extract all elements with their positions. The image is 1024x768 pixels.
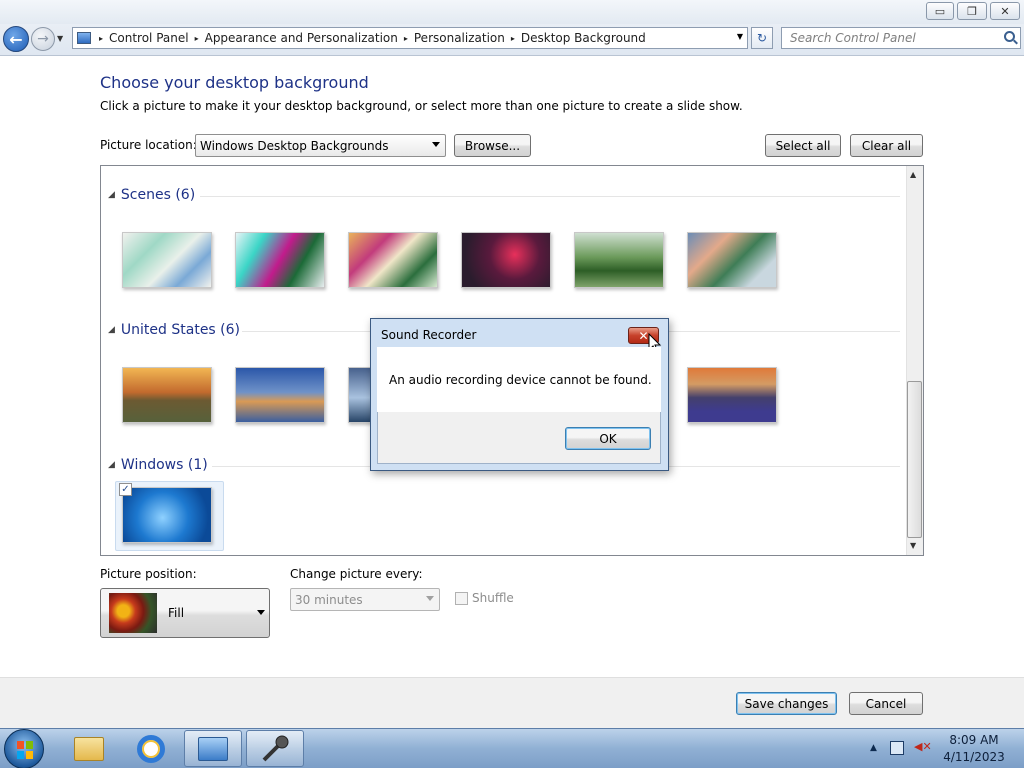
thumbnail-scene-1[interactable] — [122, 232, 212, 288]
breadcrumb-appearance[interactable]: Appearance and Personalization — [201, 31, 402, 45]
start-button[interactable] — [4, 729, 44, 768]
group-label: Scenes (6) — [120, 187, 196, 203]
group-header-scenes[interactable]: ◢ Scenes (6) — [108, 187, 195, 203]
taskbar-control-panel[interactable] — [184, 730, 242, 767]
shuffle-label: Shuffle — [472, 591, 514, 605]
page-title: Choose your desktop background — [100, 73, 369, 92]
group-header-windows[interactable]: ◢ Windows (1) — [108, 457, 208, 473]
search-placeholder: Search Control Panel — [790, 31, 916, 45]
search-icon[interactable] — [1004, 31, 1015, 42]
taskbar-sound-recorder[interactable] — [246, 730, 304, 767]
scroll-up-icon[interactable]: ▲ — [910, 170, 916, 179]
control-panel-icon — [77, 32, 91, 44]
change-interval-value: 30 minutes — [295, 592, 363, 607]
thumbnail-scene-2[interactable] — [235, 232, 325, 288]
breadcrumb-separator[interactable]: ▸ — [193, 34, 201, 43]
ok-button[interactable]: OK — [565, 427, 651, 450]
thumbnail-us-2[interactable] — [235, 367, 325, 423]
network-icon[interactable] — [890, 741, 904, 755]
collapse-icon: ◢ — [108, 460, 115, 470]
cancel-button[interactable]: Cancel — [849, 692, 923, 715]
address-bar[interactable]: ▸ Control Panel ▸ Appearance and Persona… — [72, 27, 748, 49]
collapse-icon: ◢ — [108, 325, 115, 335]
collapse-icon: ◢ — [108, 190, 115, 200]
picture-position-select[interactable]: Fill — [100, 588, 270, 638]
group-header-united-states[interactable]: ◢ United States (6) — [108, 322, 240, 338]
tray-show-hidden-icon[interactable]: ▲ — [870, 743, 877, 753]
clock-date[interactable]: 4/11/2023 — [936, 750, 1012, 764]
taskbar-explorer[interactable] — [60, 730, 118, 767]
windows-logo-icon — [17, 741, 33, 759]
breadcrumb-desktop-background[interactable]: Desktop Background — [517, 31, 650, 45]
picture-location-select[interactable]: Windows Desktop Backgrounds — [195, 134, 446, 157]
restore-button[interactable]: ❐ — [957, 2, 987, 20]
clock-time[interactable]: 8:09 AM — [936, 733, 1012, 747]
change-picture-label: Change picture every: — [290, 567, 423, 581]
thumbnail-checkbox[interactable]: ✓ — [119, 483, 132, 496]
microphone-icon — [262, 735, 289, 761]
chevron-down-icon — [432, 142, 440, 147]
dialog-title: Sound Recorder — [381, 328, 477, 342]
scrollbar-thumb[interactable] — [907, 381, 922, 538]
minimize-icon: ▭ — [934, 4, 946, 18]
select-all-button[interactable]: Select all — [765, 134, 841, 157]
ie-icon — [137, 734, 165, 763]
breadcrumb-separator[interactable]: ▸ — [509, 34, 517, 43]
group-label: Windows (1) — [120, 457, 208, 473]
thumbnail-scene-5[interactable] — [574, 232, 664, 288]
back-arrow-icon: ← — [9, 29, 23, 49]
restore-icon: ❐ — [967, 4, 977, 18]
thumbnail-us-1[interactable] — [122, 367, 212, 423]
title-bar — [0, 0, 1024, 24]
browse-button[interactable]: Browse... — [454, 134, 531, 157]
folder-icon — [74, 736, 104, 761]
save-changes-button[interactable]: Save changes — [736, 692, 837, 715]
flower-preview-icon — [109, 593, 157, 633]
picture-location-label: Picture location: — [100, 138, 197, 152]
close-window-button[interactable]: ✕ — [990, 2, 1020, 20]
taskbar-internet-explorer[interactable] — [122, 730, 180, 767]
thumbnail-scene-4[interactable] — [461, 232, 551, 288]
chevron-down-icon — [426, 596, 434, 601]
thumbnail-windows-1[interactable] — [122, 487, 212, 543]
refresh-button[interactable]: ↻ — [751, 27, 773, 49]
dialog-message: An audio recording device cannot be foun… — [389, 373, 652, 387]
address-dropdown-icon[interactable]: ▼ — [737, 32, 743, 41]
minimize-button[interactable]: ▭ — [926, 2, 954, 20]
chevron-down-icon — [257, 610, 265, 615]
page-subtitle: Click a picture to make it your desktop … — [100, 99, 743, 113]
group-label: United States (6) — [120, 322, 241, 338]
thumbnail-scene-3[interactable] — [348, 232, 438, 288]
thumbnail-us-6[interactable] — [687, 367, 777, 423]
close-icon: ✕ — [1000, 4, 1010, 18]
shuffle-checkbox[interactable] — [455, 592, 468, 605]
back-button[interactable]: ← — [3, 26, 29, 52]
breadcrumb-control-panel[interactable]: Control Panel — [105, 31, 193, 45]
breadcrumb-separator[interactable]: ▸ — [402, 34, 410, 43]
picture-position-label: Picture position: — [100, 567, 197, 581]
recent-pages-dropdown[interactable]: ▼ — [57, 34, 63, 43]
picture-position-value: Fill — [168, 606, 185, 620]
picture-location-value: Windows Desktop Backgrounds — [200, 138, 389, 153]
forward-arrow-icon: → — [37, 31, 49, 47]
thumbnail-scene-6[interactable] — [687, 232, 777, 288]
forward-button[interactable]: → — [31, 27, 55, 51]
change-interval-select[interactable]: 30 minutes — [290, 588, 440, 611]
breadcrumb-personalization[interactable]: Personalization — [410, 31, 509, 45]
breadcrumb-separator[interactable]: ▸ — [97, 34, 105, 43]
search-input[interactable]: Search Control Panel — [781, 27, 1021, 49]
scroll-down-icon[interactable]: ▼ — [910, 541, 916, 550]
control-panel-icon — [198, 736, 228, 761]
group-divider — [200, 196, 900, 197]
volume-muted-icon[interactable]: ◀✕ — [914, 740, 932, 756]
refresh-icon: ↻ — [756, 31, 768, 45]
clear-all-button[interactable]: Clear all — [850, 134, 923, 157]
